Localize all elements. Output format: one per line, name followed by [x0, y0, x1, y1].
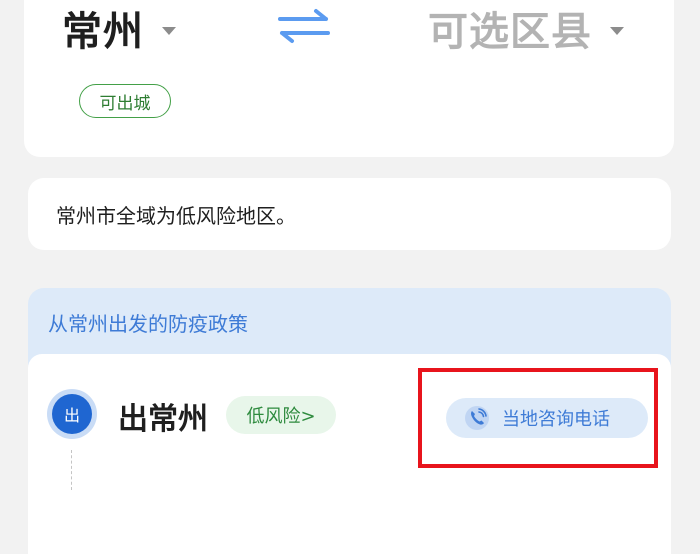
policy-section-title: 从常州出发的防疫政策 — [48, 312, 248, 336]
risk-notice-card: 常州市全域为低风险地区。 — [28, 178, 671, 250]
outbound-title: 出常州 — [118, 402, 208, 437]
outbound-badge: 出 — [52, 394, 92, 434]
exit-allowed-tag: 可出城 — [79, 84, 171, 118]
origin-city-label: 常州 — [62, 9, 144, 55]
risk-notice-text: 常州市全域为低风险地区。 — [56, 203, 296, 228]
destination-dropdown-caret-icon — [610, 27, 624, 35]
destination-label: 可选区县 — [428, 9, 592, 55]
timeline-connector — [71, 450, 72, 490]
swap-icon[interactable] — [276, 8, 332, 44]
risk-level-link[interactable]: 低风险> — [226, 396, 336, 434]
origin-dropdown-caret-icon — [162, 27, 176, 35]
highlight-annotation-box — [418, 368, 658, 468]
origin-city-selector[interactable]: 常州 — [62, 4, 176, 55]
destination-selector[interactable]: 可选区县 — [428, 4, 624, 55]
